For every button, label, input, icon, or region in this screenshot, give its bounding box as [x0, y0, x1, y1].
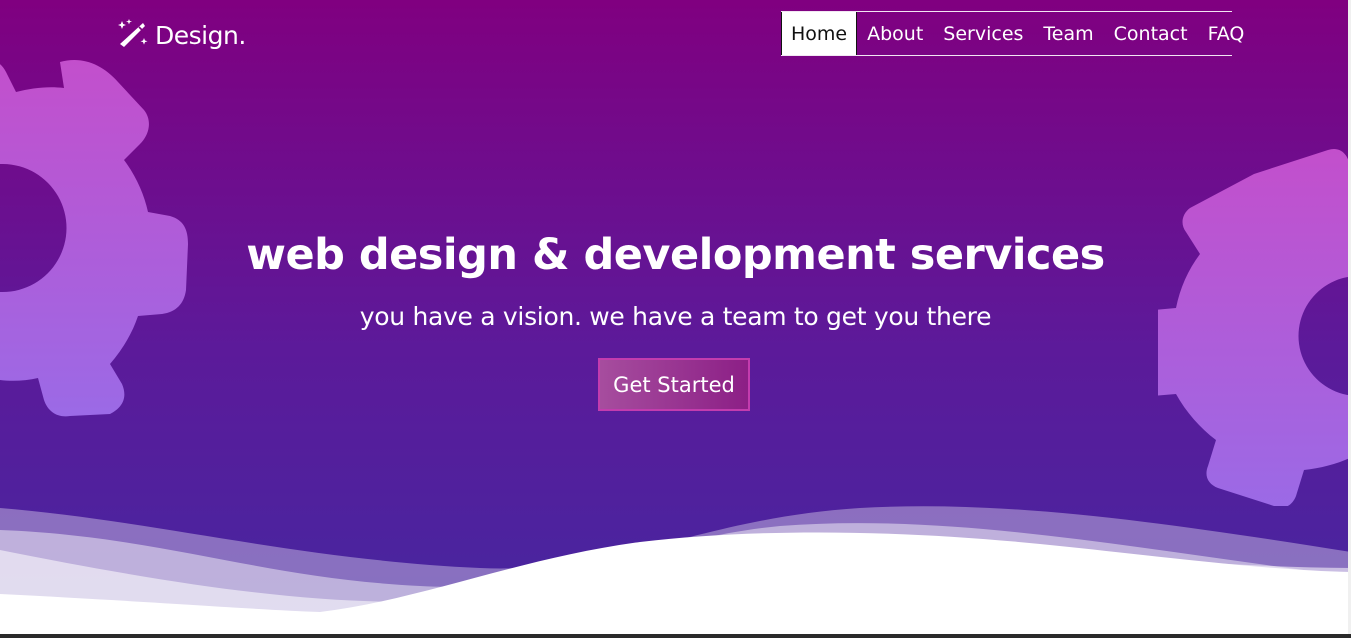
nav-item-contact[interactable]: Contact [1104, 12, 1198, 55]
nav-item-team[interactable]: Team [1033, 12, 1103, 55]
magic-wand-icon [118, 19, 148, 47]
nav-item-home[interactable]: Home [781, 12, 858, 55]
hero-subtitle: you have a vision. we have a team to get… [359, 302, 992, 331]
main-nav: Home About Services Team Contact FAQ [781, 11, 1244, 56]
hero-title: web design & development services [246, 230, 1105, 280]
brand-logo[interactable]: Design. [115, 18, 246, 52]
bottom-edge [0, 634, 1351, 638]
brand-name: Design. [155, 20, 246, 50]
nav-item-about[interactable]: About [857, 12, 933, 55]
nav-item-services[interactable]: Services [933, 12, 1033, 55]
hero-section: Design. Home About Services Team Contact… [0, 0, 1351, 634]
nav-item-faq[interactable]: FAQ [1198, 12, 1255, 55]
get-started-button[interactable]: Get Started [598, 358, 750, 411]
wave-divider [0, 506, 1351, 634]
